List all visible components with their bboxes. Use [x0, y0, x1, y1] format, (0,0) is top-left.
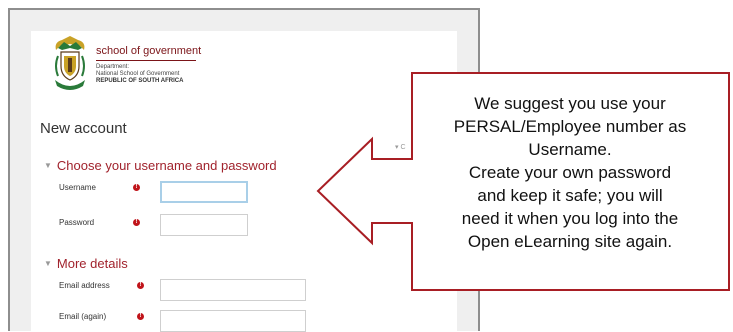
callout-line: Username.	[528, 140, 612, 159]
callout-line: need it when you log into the	[461, 209, 679, 228]
callout-line: We suggest you use your	[474, 94, 666, 113]
callout-line: Create your own password	[468, 163, 672, 182]
callout-line: and keep it safe; you will	[477, 186, 663, 205]
callout-line: Open eLearning site again.	[467, 232, 673, 251]
callout-line: PERSAL/Employee number as	[453, 117, 687, 136]
callout-text: We suggest you use your PERSAL/Employee …	[420, 92, 720, 253]
